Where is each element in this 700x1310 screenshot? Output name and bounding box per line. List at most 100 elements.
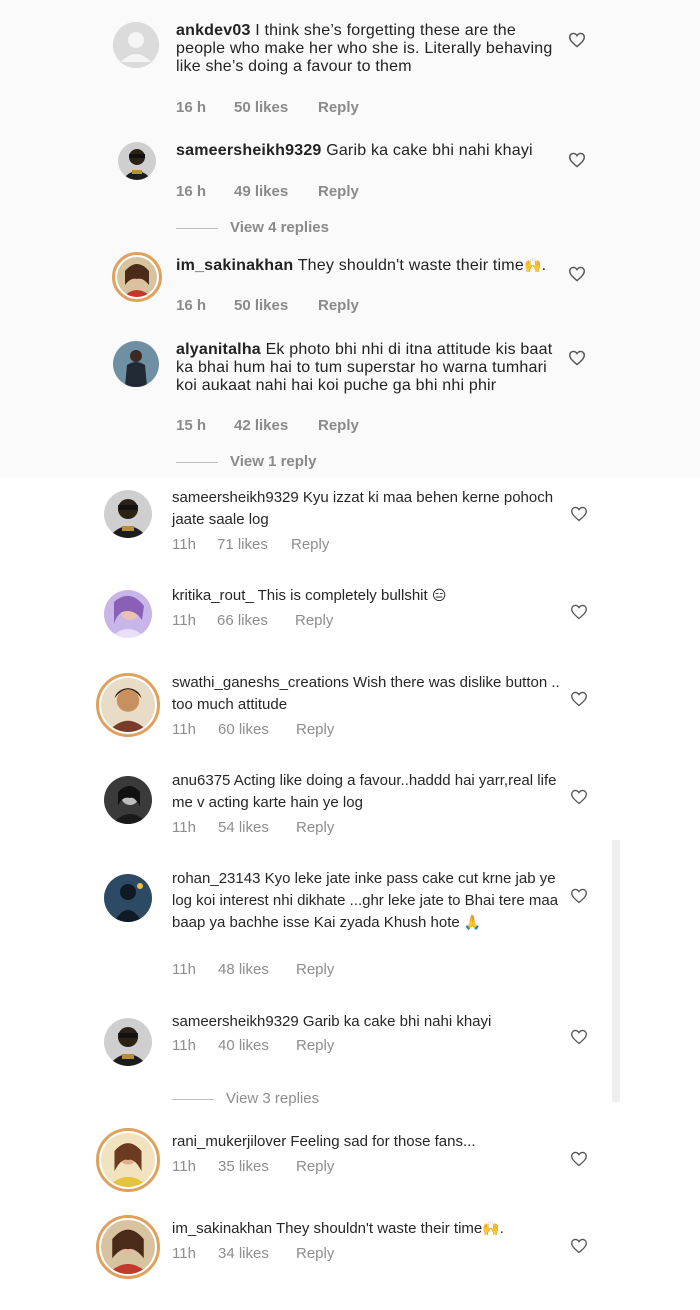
comment-body: Garib ka cake bhi nahi khayi [302,1013,492,1030]
reply-button[interactable]: Reply [296,961,334,978]
comment-body: Acting like doing a favour..haddd hai ya… [172,772,557,811]
comment-body: This is completely bullshit [257,587,428,604]
comment-text: rani_mukerjilover Feeling sad for those … [172,1131,562,1153]
avatar[interactable] [112,252,162,302]
comment-meta: 11h 66 likes Reply [172,612,333,629]
comment-time: 16 h [176,297,207,314]
user-photo-icon [101,678,155,732]
comment-likes[interactable]: 49 likes [234,183,318,200]
comment-meta: 11h 40 likes Reply [172,1037,334,1054]
reply-button[interactable]: Reply [296,721,334,738]
reply-button[interactable]: Reply [318,297,359,314]
avatar[interactable] [118,142,156,180]
like-heart-icon[interactable] [570,506,588,522]
comment-username[interactable]: im_sakinakhan [172,1220,272,1237]
emoji: 🙌 [523,258,542,274]
like-heart-icon[interactable] [568,350,586,366]
comment-likes[interactable]: 42 likes [234,417,318,434]
comment-likes[interactable]: 34 likes [218,1245,296,1262]
comment-body: They shouldn't waste their time [275,1220,483,1237]
like-heart-icon[interactable] [568,152,586,168]
like-heart-icon[interactable] [570,1238,588,1254]
view-replies-label[interactable]: View 4 replies [230,219,329,236]
reply-button[interactable]: Reply [296,1245,334,1262]
like-heart-icon[interactable] [568,32,586,48]
like-heart-icon[interactable] [570,1029,588,1045]
view-replies-button[interactable]: View 4 replies [176,219,329,236]
comment-username[interactable]: ankdev03 [176,22,251,39]
comment-username[interactable]: alyanitalha [176,341,261,358]
comment-username[interactable]: sameersheikh9329 [172,489,299,506]
comment-time: 15 h [176,417,207,434]
scrollbar-track[interactable] [612,840,620,1102]
comment-meta: 11h 34 likes Reply [172,1245,334,1262]
comment-text: swathi_ganeshs_creations Wish there was … [172,672,562,716]
comment-username[interactable]: sameersheikh9329 [172,1013,299,1030]
comment-username[interactable]: kritika_rout_ [172,587,254,604]
comment-username[interactable]: rohan_23143 [172,870,260,887]
comment-time: 11h [172,1037,196,1054]
comment-likes[interactable]: 54 likes [218,819,296,836]
comment-meta: 11h 48 likes Reply [172,961,334,978]
reply-button[interactable]: Reply [296,819,334,836]
like-heart-icon[interactable] [570,604,588,620]
comment-likes[interactable]: 50 likes [234,99,318,116]
avatar[interactable] [113,22,159,68]
view-replies-button[interactable]: View 3 replies [172,1090,319,1107]
comment-time: 11h [172,819,196,836]
comment-likes[interactable]: 66 likes [217,612,295,629]
view-replies-label[interactable]: View 3 replies [226,1090,319,1107]
comment-time: 11h [172,721,196,738]
avatar[interactable] [96,1215,160,1279]
comment-time: 11h [172,612,196,629]
comment-text: kritika_rout_ This is completely bullshi… [172,585,562,607]
avatar[interactable] [96,1128,160,1192]
user-photo-icon [104,874,152,922]
comment-meta: 15 h 42 likes Reply [176,417,359,434]
avatar[interactable] [96,673,160,737]
comment-username[interactable]: swathi_ganeshs_creations [172,674,349,691]
user-photo-icon [101,1133,155,1187]
like-heart-icon[interactable] [570,789,588,805]
comment-username[interactable]: rani_mukerjilover [172,1133,286,1150]
comment-likes[interactable]: 50 likes [234,297,318,314]
avatar[interactable] [104,776,152,824]
avatar[interactable] [104,874,152,922]
comment-time: 11h [172,536,196,553]
user-photo-icon [101,1220,155,1274]
comment-body: Garib ka cake bhi nahi khayi [326,142,533,159]
comment-likes[interactable]: 60 likes [218,721,296,738]
avatar[interactable] [104,490,152,538]
comment-text: sameersheikh9329 Garib ka cake bhi nahi … [176,142,556,160]
comment-meta: 16 h 50 likes Reply [176,99,359,116]
default-avatar-icon [113,22,159,68]
view-replies-label[interactable]: View 1 reply [230,453,316,470]
reply-button[interactable]: Reply [318,417,359,434]
comment-likes[interactable]: 40 likes [218,1037,296,1054]
reply-button[interactable]: Reply [296,1037,334,1054]
comment-text: sameersheikh9329 Kyu izzat ki maa behen … [172,487,562,531]
comment-likes[interactable]: 71 likes [217,536,291,553]
like-heart-icon[interactable] [568,266,586,282]
avatar[interactable] [104,1018,152,1066]
reply-button[interactable]: Reply [296,1158,334,1175]
comment-likes[interactable]: 48 likes [218,961,296,978]
comment-time: 11h [172,961,196,978]
comment-username[interactable]: im_sakinakhan [176,257,293,274]
comment-likes[interactable]: 35 likes [218,1158,296,1175]
comment-meta: 16 h 49 likes Reply [176,183,359,200]
like-heart-icon[interactable] [570,1151,588,1167]
like-heart-icon[interactable] [570,691,588,707]
reply-button[interactable]: Reply [318,183,359,200]
comment-meta: 11h 35 likes Reply [172,1158,334,1175]
comment-text: im_sakinakhan They shouldn't waste their… [176,257,556,275]
comment-username[interactable]: anu6375 [172,772,230,789]
reply-button[interactable]: Reply [295,612,333,629]
comment-username[interactable]: sameersheikh9329 [176,142,322,159]
reply-button[interactable]: Reply [318,99,359,116]
avatar[interactable] [104,590,152,638]
view-replies-button[interactable]: View 1 reply [176,453,316,470]
reply-button[interactable]: Reply [291,536,329,553]
avatar[interactable] [113,341,159,387]
like-heart-icon[interactable] [570,888,588,904]
